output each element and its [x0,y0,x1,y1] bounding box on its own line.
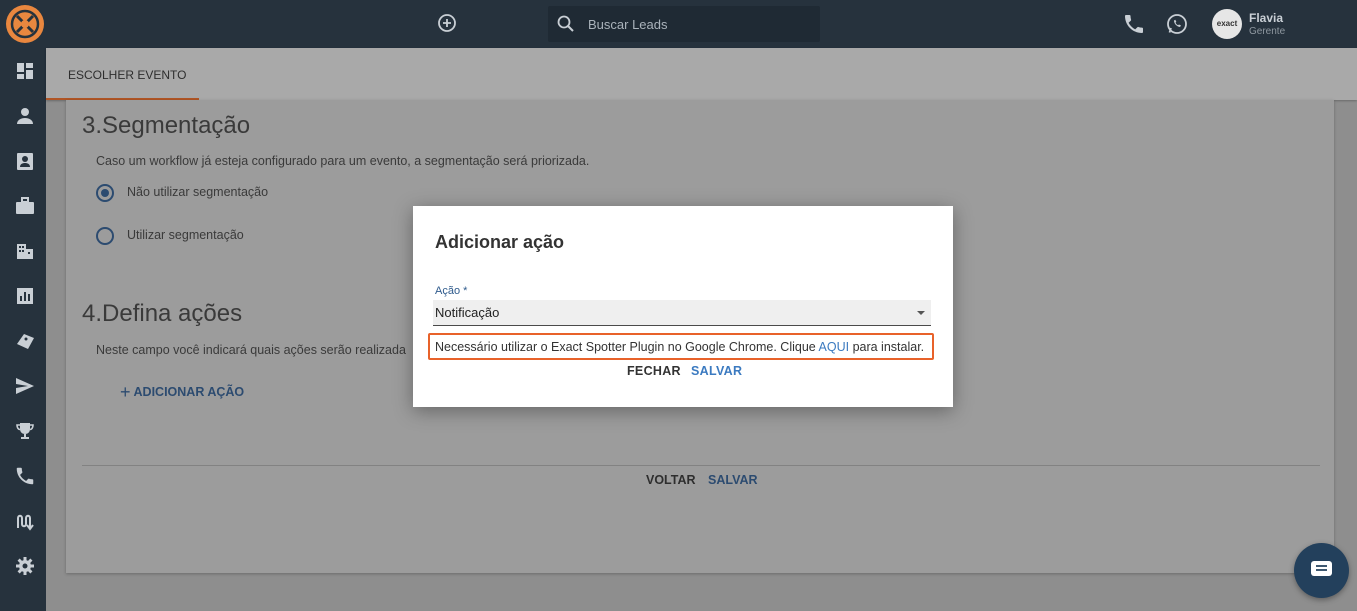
add-action-dialog: Adicionar ação Ação * Notificação Necess… [413,206,953,407]
segmentation-title: 3.Segmentação [82,112,251,139]
contact-card-icon[interactable] [14,150,36,172]
plugin-warning: Necessário utilizar o Exact Spotter Plug… [428,333,934,360]
building-icon[interactable] [14,240,36,262]
chat-bubble-button[interactable] [1294,543,1349,598]
tab-bar: ESCOLHER EVENTO [46,48,1357,100]
action-select[interactable]: Notificação [433,300,931,326]
briefcase-icon[interactable] [14,195,36,217]
radio-no-segmentation[interactable] [96,184,114,202]
dialog-title: Adicionar ação [435,232,565,252]
install-plugin-link[interactable]: AQUI [819,340,850,354]
search-input[interactable] [588,14,808,34]
person-icon[interactable] [14,105,36,127]
tag-icon[interactable] [14,330,36,352]
dashboard-icon[interactable] [14,60,36,82]
chat-icon [1311,561,1332,576]
actions-title: 4.Defina ações [82,300,243,327]
sidebar [0,48,46,611]
send-icon[interactable] [14,375,36,397]
action-select-value: Notificação [435,305,500,320]
user-name[interactable]: Flavia [1249,11,1283,25]
action-field-label: Ação * [435,285,468,297]
bar-chart-icon[interactable] [14,285,36,307]
exact-logo-icon[interactable] [6,5,44,43]
add-circle-icon[interactable] [436,12,458,34]
warning-suffix: para instalar. [849,340,925,354]
route-icon[interactable] [14,510,36,532]
save-button[interactable]: SALVAR [708,473,758,487]
gear-icon[interactable] [14,555,36,577]
phone-icon[interactable] [14,465,36,487]
search-box[interactable] [548,6,820,42]
dialog-save-button[interactable]: SALVAR [691,364,742,378]
warning-prefix: Necessário utilizar o Exact Spotter Plug… [435,340,819,354]
close-button[interactable]: FECHAR [627,364,681,378]
back-button[interactable]: VOLTAR [646,473,696,487]
avatar[interactable]: exact [1212,9,1242,39]
phone-icon[interactable] [1122,12,1146,36]
trophy-icon[interactable] [14,420,36,442]
segmentation-description: Caso um workflow já esteja configurado p… [96,154,590,168]
caret-down-icon [917,311,925,315]
plugin-warning-text: Necessário utilizar o Exact Spotter Plug… [435,340,924,354]
add-action-button[interactable]: + ADICIONAR AÇÃO [120,380,245,402]
tab-label: ESCOLHER EVENTO [68,68,187,82]
top-bar: exact Flavia Gerente [0,0,1357,48]
radio-use-segmentation[interactable] [96,227,114,245]
avatar-logo-text: exact [1216,19,1238,28]
actions-description: Neste campo você indicará quais ações se… [96,343,406,357]
user-role: Gerente [1249,26,1286,37]
plus-icon: + [120,382,131,402]
search-icon [556,14,576,34]
radio-label-no-segmentation[interactable]: Não utilizar segmentação [127,185,268,199]
tab-escolher-evento[interactable]: ESCOLHER EVENTO [46,48,199,100]
radio-label-use-segmentation[interactable]: Utilizar segmentação [127,228,244,242]
add-action-label: ADICIONAR AÇÃO [133,385,245,399]
whatsapp-icon[interactable] [1165,12,1189,36]
divider [82,465,1320,466]
